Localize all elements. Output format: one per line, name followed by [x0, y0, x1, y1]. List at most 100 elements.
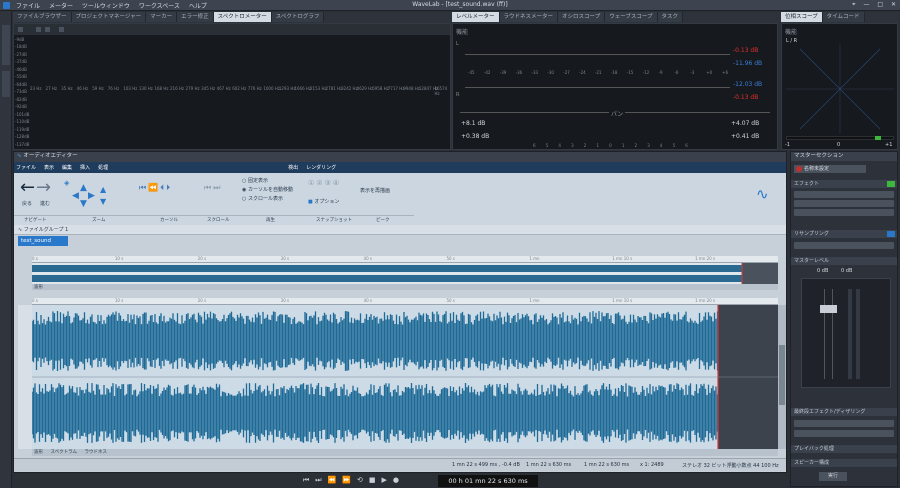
cursor-controls[interactable]: ⏮⏪⏴⏵: [139, 183, 172, 193]
final-effects-header: 最終段エフェクト/ディザリング: [791, 408, 897, 416]
side-tab[interactable]: [2, 71, 10, 97]
ribbon-tab-process[interactable]: 処理: [98, 164, 108, 171]
view-tab-waveform[interactable]: 波形: [34, 285, 43, 290]
zoom-controls[interactable]: ◈ ▲ ◀ ▶ ▼ ▲ ▼: [62, 179, 116, 209]
ribbon-tab-insert[interactable]: 挿入: [80, 164, 90, 171]
tab-spectrograph[interactable]: スペクトログラフ: [271, 12, 325, 22]
tab-oscilloscope[interactable]: オシロスコープ: [558, 12, 606, 22]
zoom-in-icon[interactable]: ▲: [100, 185, 106, 194]
level-bottom-scale: 6 5 4 3 2 1 0 1 2 3 4 5 6: [533, 143, 698, 149]
transport-buttons[interactable]: ⏮⏭⏪⏩⟲■▶●: [303, 476, 405, 485]
spectro-tool-button[interactable]: [35, 26, 42, 33]
scroll-controls[interactable]: ⏮⏭: [204, 183, 222, 193]
menu-file[interactable]: ファイル: [16, 3, 40, 10]
nav-back-label[interactable]: 戻る: [22, 200, 32, 207]
radio-auto-scroll[interactable]: ◉ カーソルを自動移動: [242, 186, 293, 193]
vertical-scrollbar[interactable]: [778, 305, 786, 449]
render-button[interactable]: 実行: [819, 472, 847, 481]
tab-task[interactable]: タスク: [657, 12, 684, 22]
overview-time-ruler[interactable]: 0 s 10 s 20 s 30 s 40 s 50 s 1 mn 1 mn 10 s 1 mn…: [32, 256, 778, 263]
tab-project-manager[interactable]: プロジェクトマネージャー: [71, 12, 147, 22]
nav-forward-icon[interactable]: →: [36, 177, 51, 198]
spectro-tool-button[interactable]: [17, 26, 24, 33]
zoom-down-icon[interactable]: ▼: [80, 199, 87, 209]
spectro-db-tick: -37dB: [15, 59, 27, 65]
fader-handle-r[interactable]: [828, 305, 837, 313]
tab-timecode[interactable]: タイムコード: [822, 12, 865, 22]
resample-toggle[interactable]: [887, 231, 895, 237]
menu-meter[interactable]: メーター: [49, 3, 73, 10]
scrollbar-thumb[interactable]: [779, 345, 785, 405]
tab-wavescope[interactable]: ウェーブスコープ: [605, 12, 658, 22]
tab-phase-scope[interactable]: 位相スコープ: [781, 12, 823, 22]
main-time-ruler[interactable]: 0 s 10 s 20 s 30 s 40 s 50 s 1 mn 1 mn 10 s 1 mn…: [32, 298, 778, 305]
audio-editor-title: オーディオエディター: [23, 153, 78, 159]
level-scale-tick: -9: [658, 70, 663, 75]
effect-slot[interactable]: [794, 200, 894, 207]
ribbon-tab-render[interactable]: レンダリング: [306, 164, 336, 171]
status-zoom[interactable]: x 1: 2489: [640, 462, 664, 468]
status-format[interactable]: ステレオ 32 ビット浮動小数点 44 100 Hz: [682, 462, 779, 469]
menu-workspace[interactable]: ワークスペース: [139, 3, 180, 10]
overview-ruler-tick: 10 s: [114, 256, 124, 261]
overview-view-tabs[interactable]: 波形: [32, 284, 778, 290]
zoom-icon[interactable]: ◈: [64, 179, 69, 187]
nav-forward-label[interactable]: 進む: [40, 200, 50, 207]
snapshot-slots[interactable]: ①②③④: [308, 179, 341, 187]
main-waveform[interactable]: [31, 305, 778, 449]
tab-level-meter[interactable]: レベルメーター: [452, 12, 500, 22]
ribbon-tab-file[interactable]: ファイル: [16, 164, 36, 171]
minimize-icon[interactable]: —: [863, 1, 869, 8]
tab-spectrometer[interactable]: スペクトロメーター: [213, 12, 272, 22]
status-selection[interactable]: 1 mn 22 s 630 ms: [584, 462, 629, 468]
final-slot[interactable]: [794, 430, 894, 437]
overview-waveform[interactable]: [32, 263, 778, 284]
overview-ruler-tick: 1 mn 20 s: [695, 256, 716, 261]
master-preset-field[interactable]: 名称未設定: [794, 165, 866, 173]
main-tab-waveform[interactable]: 波形: [34, 450, 43, 455]
side-tab[interactable]: [2, 25, 10, 65]
tab-loudness-meter[interactable]: ラウドネスメーター: [499, 12, 559, 22]
pin-icon[interactable]: ⌖: [852, 1, 855, 8]
ribbon-tab-edit[interactable]: 編集: [62, 164, 72, 171]
spectro-freq-tick: 1666 Hz: [294, 86, 311, 91]
close-icon[interactable]: ✕: [891, 1, 896, 8]
spectro-freq-scale: 23 Hz 27 Hz 35 Hz 46 Hz 59 Hz 76 Hz 103 Hz 130 …: [30, 86, 450, 96]
menu-toolwindow[interactable]: ツールウィンドウ: [82, 3, 130, 10]
transport-time-display[interactable]: 00 h 01 mn 22 s 630 ms: [438, 475, 538, 487]
ribbon-tab-detect[interactable]: 検出: [288, 164, 298, 171]
radio-fixed[interactable]: ○ 固定表示: [242, 177, 293, 184]
main-view-tabs[interactable]: 波形 スペクトラム ラウドネス: [32, 449, 778, 456]
zoom-right-icon[interactable]: ▶: [88, 191, 95, 201]
menu-help[interactable]: ヘルプ: [189, 3, 207, 10]
zoom-up-icon[interactable]: ▲: [80, 183, 87, 193]
main-ruler-tick: 50 s: [446, 298, 455, 303]
zoom-out-icon[interactable]: ▼: [100, 197, 106, 206]
phase-function-label[interactable]: 機能: [785, 27, 797, 36]
main-tab-spectrum[interactable]: スペクトラム: [50, 450, 77, 455]
nav-back-icon[interactable]: ←: [20, 177, 35, 198]
file-tab-test-sound[interactable]: test_sound: [18, 236, 68, 246]
resample-slot[interactable]: [794, 242, 894, 249]
radio-scroll-view[interactable]: ○ スクロール表示: [242, 195, 293, 202]
final-slot[interactable]: [794, 420, 894, 427]
level-bottom-tick: 5: [672, 143, 676, 148]
maximize-icon[interactable]: □: [877, 1, 883, 8]
power-icon[interactable]: [796, 166, 802, 172]
redraw-button[interactable]: 表示を再描画: [360, 187, 390, 194]
tab-marker[interactable]: マーカー: [146, 12, 178, 22]
tab-error-correction[interactable]: エラー修正: [177, 12, 214, 22]
spectro-tool-button[interactable]: [44, 26, 51, 33]
level-function-label[interactable]: 機能: [456, 27, 468, 36]
spectro-tool-button[interactable]: [58, 26, 65, 33]
effect-slot[interactable]: [794, 191, 894, 198]
ribbon-tab-view[interactable]: 表示: [44, 164, 54, 171]
effects-toggle[interactable]: [887, 181, 895, 187]
status-position[interactable]: 1 mn 22 s 630 ms: [526, 462, 571, 468]
zoom-left-icon[interactable]: ◀: [72, 191, 79, 201]
main-tab-loudness[interactable]: ラウドネス: [84, 450, 107, 455]
tab-file-browser[interactable]: ファイルブラウザー: [13, 12, 72, 22]
effect-slot[interactable]: [794, 209, 894, 216]
file-group-tab[interactable]: ∿ ファイルグループ 1: [18, 226, 68, 233]
option-button[interactable]: ■ オプション: [308, 198, 339, 205]
